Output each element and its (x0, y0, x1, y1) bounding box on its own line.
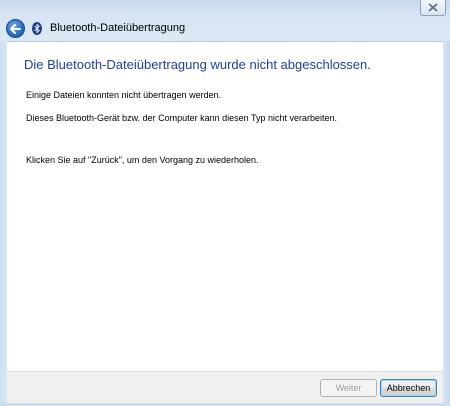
retry-instruction: Klicken Sie auf "Zurück", um den Vorgang… (26, 155, 259, 165)
close-icon (428, 3, 438, 12)
window-titlebar (0, 0, 450, 41)
window-frame-left (0, 41, 7, 406)
back-button[interactable] (6, 19, 25, 38)
wizard-footer: Weiter Abbrechen (7, 371, 443, 403)
error-message-files: Einige Dateien konnten nicht übertragen … (26, 90, 222, 100)
error-message-type: Dieses Bluetooth-Gerät bzw. der Computer… (26, 113, 338, 123)
next-button[interactable]: Weiter (320, 379, 377, 397)
close-button[interactable] (420, 0, 446, 16)
bluetooth-icon (32, 22, 42, 35)
wizard-content: Die Bluetooth-Dateiübertragung wurde nic… (7, 41, 443, 371)
cancel-button[interactable]: Abbrechen (380, 379, 437, 397)
window-frame-right (443, 41, 450, 406)
window-title: Bluetooth-Dateiübertragung (50, 22, 186, 34)
page-heading: Die Bluetooth-Dateiübertragung wurde nic… (24, 57, 371, 72)
back-arrow-icon (10, 23, 21, 34)
